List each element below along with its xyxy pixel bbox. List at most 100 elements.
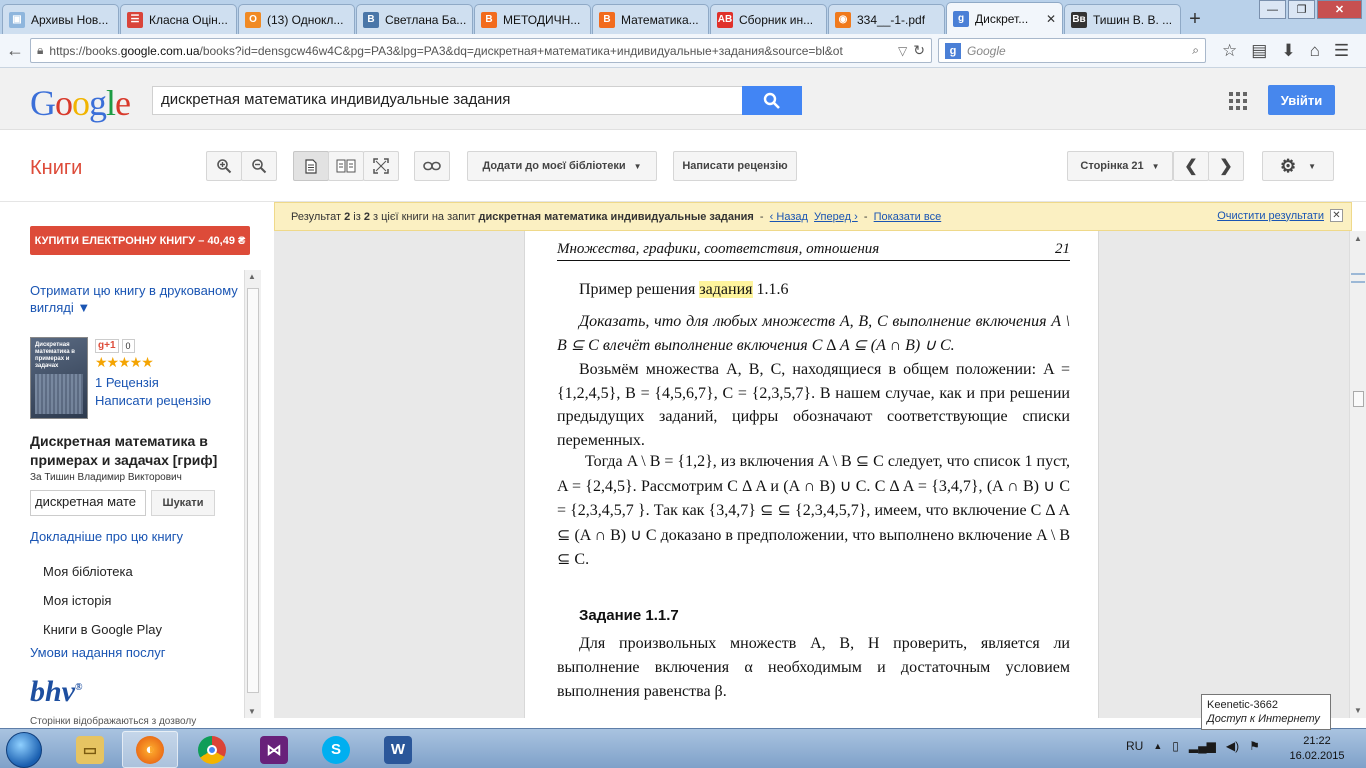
show-all-link[interactable]: Показати все (874, 211, 942, 223)
browser-tab[interactable]: B Светлана Ба... (356, 4, 473, 34)
problem-statement: Доказать, что для любых множеств A, B, C… (557, 313, 1070, 354)
taskbar-chrome[interactable] (184, 731, 240, 768)
close-window-button[interactable]: ✕ (1317, 0, 1362, 19)
google-plus-one[interactable]: g+1 0 (95, 339, 135, 353)
get-print-book-link[interactable]: Отримати цю книгу в друкованому вигляді … (30, 282, 242, 316)
browser-tab[interactable]: Вв Тишин В. В. ... (1064, 4, 1181, 34)
books-toolbar: Книги Додати до моєї бібліотеки ▼ Написа… (0, 130, 1366, 202)
browser-tab[interactable]: ☰ Класна Оцін... (120, 4, 237, 34)
close-icon[interactable]: ✕ (1330, 209, 1343, 222)
tab-title: Сборник ин... (739, 12, 814, 27)
link-button[interactable] (414, 151, 450, 181)
chevron-right-icon: ❯ (1219, 158, 1233, 175)
write-review-button[interactable]: Написати рецензію (673, 151, 797, 181)
reviews-link[interactable]: 1 Рецензія (95, 375, 159, 390)
google-engine-icon[interactable]: g (945, 42, 961, 59)
word-icon: W (384, 735, 412, 764)
google-search-button[interactable] (742, 86, 802, 115)
browser-tab[interactable]: ▣ Архивы Нов... (2, 4, 119, 34)
taskbar-explorer[interactable]: ▭ (62, 731, 118, 768)
tab-close-icon[interactable]: ✕ (1046, 12, 1056, 26)
dropdown-icon[interactable]: ▽ (898, 44, 907, 58)
reader-scrollbar[interactable]: ▲ ▼ (1349, 231, 1366, 718)
buy-ebook-button[interactable]: КУПИТИ ЕЛЕКТРОННУ КНИГУ – 40,49 ₴ (30, 226, 250, 255)
tab-favicon-icon: B (363, 11, 379, 28)
back-icon[interactable]: ← (6, 40, 24, 61)
new-tab-button[interactable]: + (1182, 4, 1208, 34)
browser-tab[interactable]: B Математика... (592, 4, 709, 34)
browser-search-bar[interactable]: g Google ⌕ (938, 38, 1206, 63)
add-to-library-button[interactable]: Додати до моєї бібліотеки ▼ (467, 151, 657, 181)
clock-time: 21:22 (1303, 735, 1331, 747)
tab-title: (13) Однокл... (267, 12, 344, 27)
apps-grid-icon[interactable] (1229, 92, 1247, 110)
system-clock[interactable]: 21:22 16.02.2015 (1280, 734, 1354, 764)
browser-tab[interactable]: B МЕТОДИЧН... (474, 4, 591, 34)
terms-of-service-link[interactable]: Умови надання послуг (30, 645, 165, 660)
two-page-view-button[interactable] (328, 151, 364, 181)
gear-icon: ⚙ (1279, 155, 1297, 176)
nav-my-library[interactable]: Моя бібліотека (43, 564, 133, 579)
results-query: дискретная математика индивидуальные зад… (478, 210, 754, 223)
address-bar[interactable]: 🔒︎ https://books.google.com.ua/books?id=… (30, 38, 932, 63)
books-section-title[interactable]: Книги (30, 157, 82, 180)
magnifier-icon[interactable]: ⌕ (1192, 43, 1199, 58)
reading-list-icon[interactable]: ▤ (1251, 41, 1267, 61)
book-cover-image[interactable]: Дискретная математика в примерах и задач… (30, 337, 88, 419)
previous-page-button[interactable]: ❮ (1173, 151, 1209, 181)
taskbar-skype[interactable]: S (308, 731, 364, 768)
flag-icon[interactable]: ⚑ (1249, 739, 1260, 753)
download-icon[interactable]: ⬇ (1281, 41, 1295, 61)
home-icon[interactable]: ⌂ (1310, 41, 1320, 61)
sidebar-scrollbar[interactable]: ▲ ▼ (244, 270, 261, 718)
browser-tab[interactable]: ◉ 334__-1-.pdf (828, 4, 945, 34)
tray-expand-icon[interactable]: ▲ (1153, 741, 1162, 751)
results-back-link[interactable]: ‹ Назад (770, 211, 808, 223)
more-about-book-link[interactable]: Докладніше про цю книгу (30, 529, 183, 544)
add-to-library-label: Додати до моєї бібліотеки (482, 160, 626, 172)
maximize-button[interactable]: ❐ (1288, 0, 1315, 19)
nav-my-history[interactable]: Моя історія (43, 593, 111, 608)
tab-favicon-icon: AB (717, 11, 733, 28)
search-in-book-button[interactable]: Шукати (151, 490, 215, 516)
next-page-button[interactable]: ❯ (1208, 151, 1244, 181)
start-button[interactable] (6, 732, 42, 768)
results-total: 2 (363, 210, 370, 223)
settings-button[interactable]: ⚙ ▼ (1262, 151, 1334, 181)
fullscreen-button[interactable] (363, 151, 399, 181)
reload-icon[interactable]: ↻ (913, 42, 925, 59)
nav-google-play-books[interactable]: Книги в Google Play (43, 622, 162, 637)
google-search-input[interactable]: дискретная математика индивидуальные зад… (152, 86, 743, 115)
taskbar-word[interactable]: W (370, 731, 426, 768)
publisher-logo[interactable]: bhv® (30, 675, 82, 709)
bookmark-star-icon[interactable]: ☆ (1222, 41, 1237, 61)
language-indicator[interactable]: RU (1126, 739, 1143, 753)
browser-tab[interactable]: О (13) Однокл... (238, 4, 355, 34)
clear-results-link[interactable]: Очистити результати (1217, 210, 1324, 222)
url-text: https://books.google.com.ua/books?id=den… (49, 43, 843, 58)
search-icon (763, 92, 780, 109)
single-page-view-button[interactable] (293, 151, 329, 181)
minimize-button[interactable]: — (1259, 0, 1286, 19)
google-logo[interactable]: Google (30, 82, 131, 124)
browser-tab[interactable]: g Дискрет... ✕ (946, 2, 1063, 34)
gplus-icon[interactable]: g+1 (95, 339, 119, 353)
page-select-button[interactable]: Сторінка 21 ▼ (1067, 151, 1173, 181)
windows-taskbar: ▭ ◐ ⋈ S W RU ▲ ▯ ▂▄▆ ◀) ⚑ 21:22 16.02.20… (0, 728, 1366, 768)
usb-icon[interactable]: ▯ (1172, 739, 1179, 753)
gplus-count: 0 (121, 339, 135, 353)
browser-tab[interactable]: AB Сборник ин... (710, 4, 827, 34)
volume-icon[interactable]: ◀) (1226, 739, 1239, 753)
clock-date: 16.02.2015 (1289, 750, 1345, 762)
taskbar-visual-studio[interactable]: ⋈ (246, 731, 302, 768)
zoom-out-button[interactable] (241, 151, 277, 181)
results-forward-link[interactable]: Уперед › (814, 211, 858, 223)
menu-icon[interactable]: ☰ (1334, 41, 1349, 61)
zoom-in-button[interactable] (206, 151, 242, 181)
write-review-link[interactable]: Написати рецензію (95, 393, 211, 408)
search-in-book-input[interactable]: дискретная мате (30, 490, 146, 516)
sign-in-button[interactable]: Увійти (1268, 85, 1335, 115)
tab-title: 334__-1-.pdf (857, 12, 926, 27)
network-icon[interactable]: ▂▄▆ (1189, 739, 1216, 753)
taskbar-firefox[interactable]: ◐ (122, 731, 178, 768)
